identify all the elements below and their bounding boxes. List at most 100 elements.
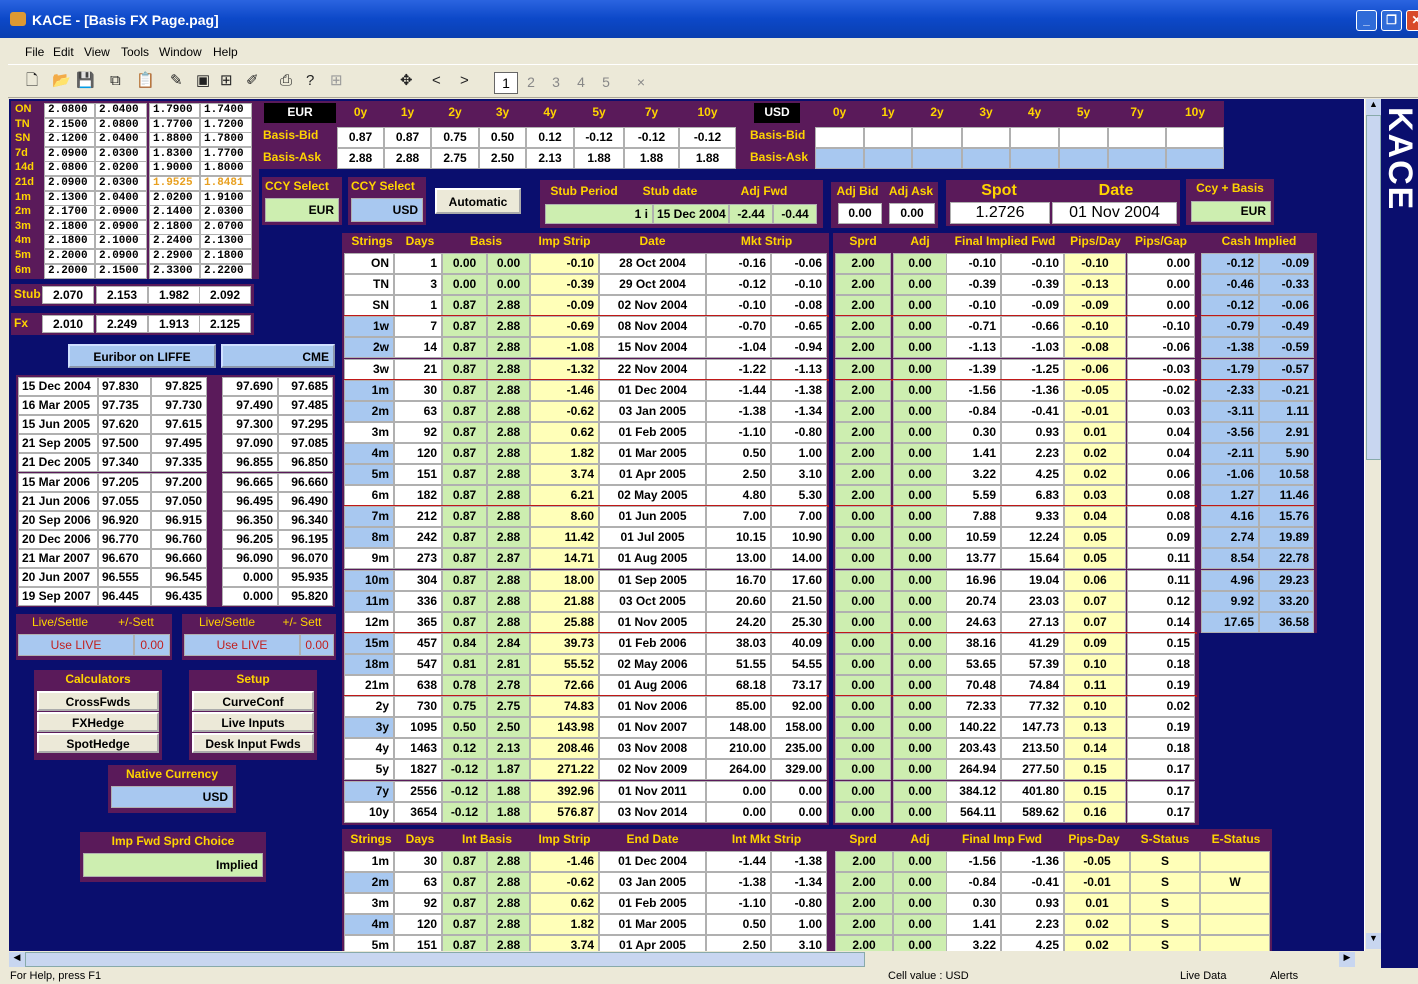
usd-basis-bid[interactable] [815,127,864,148]
main-cell[interactable]: 589.62 [1001,801,1064,823]
main-cell[interactable]: 13.00 [706,548,771,570]
main-cell[interactable]: 72.33 [946,696,1001,718]
main-cell[interactable]: 0.00 [893,527,947,549]
bottom-cell[interactable]: 0.62 [530,893,599,914]
liffe-bid[interactable]: 96.445 [98,587,151,607]
main-cell[interactable]: -1.25 [1001,358,1064,380]
stub-value[interactable]: 2.092 [199,286,251,304]
main-cell[interactable]: 277.50 [1001,759,1064,781]
main-cell[interactable]: 0.00 [835,527,891,549]
main-cell[interactable]: -0.08 [1064,337,1126,359]
new-file-icon[interactable]: 🗋 [26,72,38,90]
main-cell[interactable]: 19.89 [1259,527,1314,549]
main-cell[interactable]: 0.87 [442,527,487,549]
main-cell[interactable]: 203.43 [946,738,1001,760]
cme-ask[interactable]: 95.935 [278,568,333,587]
main-cell[interactable]: 329.00 [771,759,827,781]
main-cell[interactable]: 0.00 [893,675,947,696]
main-cell[interactable]: 2.87 [487,548,530,570]
main-cell[interactable]: 0.06 [1064,569,1126,591]
menu-help[interactable]: Help [213,45,238,59]
rate-value[interactable]: 2.0900 [44,176,95,191]
rate-value[interactable]: 2.2200 [200,263,252,279]
main-cell[interactable]: 0.19 [1127,717,1195,739]
main-cell[interactable]: 0.15 [1064,759,1126,781]
rate-value[interactable]: 2.0700 [200,219,252,235]
rate-value[interactable]: 2.2900 [149,249,200,264]
rate-value[interactable]: 1.8481 [200,176,252,191]
cme-bid[interactable]: 96.495 [222,491,278,511]
main-cell[interactable]: 5.59 [946,485,1001,507]
bottom-cell[interactable]: 0.30 [946,893,1001,914]
rate-value[interactable]: 2.1300 [44,190,95,206]
minimize-icon[interactable]: _ [1356,10,1377,31]
main-cell[interactable]: 22.78 [1259,548,1314,570]
scroll-down-icon[interactable]: ▼ [1366,933,1381,949]
main-cell[interactable]: 02 Nov 2009 [599,759,706,781]
main-cell[interactable]: 0.00 [893,738,947,760]
bottom-cell[interactable]: -0.05 [1064,851,1130,872]
usd-basis-ask[interactable] [815,148,864,169]
main-cell[interactable]: 0.11 [1064,675,1126,696]
usd-basis-ask[interactable] [1059,148,1108,169]
main-cell[interactable]: 4m [344,442,394,464]
main-cell[interactable]: 336 [394,590,442,612]
main-cell[interactable]: -0.84 [946,400,1001,422]
bottom-cell[interactable]: -0.84 [946,872,1001,893]
main-cell[interactable]: 14.00 [771,548,827,570]
futures-date[interactable]: 21 Sep 2005 [18,434,98,454]
bottom-cell[interactable]: 2.88 [487,872,530,893]
main-cell[interactable]: 12.24 [1001,527,1064,549]
paste-icon[interactable]: 📋 [136,72,155,90]
main-cell[interactable]: 16.70 [706,569,771,591]
main-cell[interactable]: 10.15 [706,527,771,549]
page-2-button[interactable]: 2 [519,72,543,94]
main-cell[interactable]: 0.02 [1064,442,1126,464]
main-cell[interactable]: 6m [344,485,394,507]
main-cell[interactable]: 0.00 [835,653,891,675]
usd-basis-bid[interactable] [912,127,962,148]
main-cell[interactable]: 01 Sep 2005 [599,569,706,591]
main-cell[interactable]: -1.79 [1201,358,1259,380]
main-cell[interactable]: 2556 [394,780,442,802]
liffe-ask[interactable]: 96.915 [151,510,207,530]
menu-view[interactable]: View [84,45,110,59]
main-cell[interactable]: 384.12 [946,780,1001,802]
main-cell[interactable]: 0.87 [442,548,487,570]
bottom-cell[interactable] [1200,914,1270,935]
main-cell[interactable]: 27.13 [1001,611,1064,633]
main-cell[interactable]: 2.88 [487,316,530,338]
futures-date[interactable]: 21 Dec 2005 [18,453,98,473]
main-cell[interactable]: -0.65 [771,316,827,338]
liffe-bid[interactable]: 96.770 [98,529,151,549]
main-cell[interactable]: 0.09 [1127,527,1195,549]
open-folder-icon[interactable]: 📂 [52,72,71,90]
bottom-cell[interactable]: 0.87 [442,914,487,935]
main-cell[interactable]: 0.87 [442,506,487,528]
main-cell[interactable]: 1w [344,316,394,338]
main-cell[interactable]: 0.50 [706,442,771,464]
main-cell[interactable]: 0.00 [893,506,947,528]
main-cell[interactable]: 7 [394,316,442,338]
main-cell[interactable]: 01 Mar 2005 [599,442,706,464]
setup-button-0[interactable]: CurveConf [192,691,314,711]
liffe-ask[interactable]: 96.545 [151,568,207,587]
main-cell[interactable]: -0.21 [1259,379,1314,401]
bottom-cell[interactable]: -1.38 [706,872,771,893]
main-cell[interactable]: 182 [394,485,442,507]
close-page-icon[interactable]: × [629,72,653,94]
main-cell[interactable]: 9.92 [1201,590,1259,612]
main-cell[interactable]: 1095 [394,717,442,739]
main-cell[interactable]: 0.00 [1127,295,1195,317]
bottom-cell[interactable]: 0.01 [1064,893,1130,914]
ccy-basis-value[interactable]: EUR [1191,201,1271,222]
bottom-cell[interactable]: W [1200,872,1270,893]
main-cell[interactable]: 0.00 [893,485,947,507]
main-cell[interactable]: 2.88 [487,611,530,633]
main-cell[interactable]: 21 [394,358,442,380]
main-cell[interactable]: 2.00 [835,337,891,359]
rate-value[interactable]: 1.7200 [200,117,252,133]
main-cell[interactable]: 5.90 [1259,442,1314,464]
main-cell[interactable]: -0.94 [771,337,827,359]
main-cell[interactable]: 4.96 [1201,569,1259,591]
